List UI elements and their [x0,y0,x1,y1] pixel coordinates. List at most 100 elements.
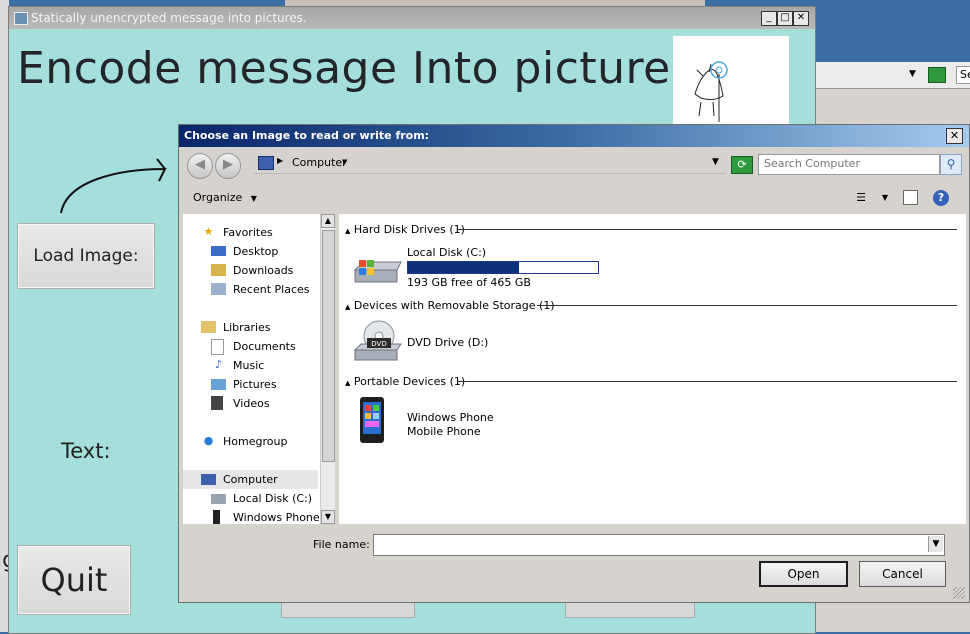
nav-local-disk-label: Local Disk (C:) [233,492,313,505]
nav-documents[interactable]: Documents [183,337,318,356]
downloads-folder-icon [211,264,226,276]
libraries-icon [201,321,216,333]
resize-grip-icon[interactable] [953,587,965,599]
group-header-portable[interactable]: ▲ Portable Devices (1) [345,375,465,388]
nav-desktop[interactable]: Desktop [183,242,318,261]
cancel-button[interactable]: Cancel [859,561,946,587]
computer-icon [201,474,216,485]
file-name-input[interactable] [376,536,924,552]
device-item-windows-phone[interactable]: Windows Phone Mobile Phone [353,396,553,446]
app-title: Statically unencrypted message into pict… [31,11,307,25]
navigation-pane: ★ Favorites Desktop Downloads Recent Pla… [183,214,335,524]
forward-arrow-icon: ▶ [223,157,233,172]
address-bar[interactable]: ▶ Computer ▼ ▼ [254,153,726,174]
sketch-drawing-icon [694,61,728,122]
app-icon [14,12,28,25]
scroll-down-icon[interactable]: ▼ [321,510,335,524]
file-name-dropdown-icon[interactable]: ▼ [928,536,943,552]
dialog-title-bar[interactable]: Choose an Image to read or write from: ✕ [179,125,969,147]
chevron-down-icon: ▼ [909,69,916,79]
music-icon: ♪ [214,358,223,371]
refresh-button[interactable]: ⟳ [731,156,753,174]
preview-pane-icon[interactable] [903,190,918,205]
search-box[interactable] [758,154,940,175]
nav-documents-label: Documents [233,340,296,353]
help-icon[interactable]: ? [933,190,949,206]
nav-libraries[interactable]: Libraries [183,318,318,337]
breadcrumb-computer[interactable]: Computer [292,156,347,169]
image-preview [673,36,789,128]
app-title-bar[interactable]: Statically unencrypted message into pict… [9,7,815,29]
forward-button[interactable]: ▶ [215,153,241,179]
breadcrumb-arrow-icon[interactable]: ▶ [277,156,283,165]
capacity-bar-fill [408,262,520,273]
nav-pictures[interactable]: Pictures [183,375,318,394]
group-header-hdd[interactable]: ▲ Hard Disk Drives (1) [345,223,465,236]
device-type: Mobile Phone [407,425,481,438]
hidden-button[interactable] [565,603,695,618]
search-input[interactable] [759,155,934,172]
group-divider [537,305,957,306]
dialog-close-button[interactable]: ✕ [946,128,963,144]
chevron-down-icon: ▼ [250,194,257,203]
group-header-hdd-label: Hard Disk Drives (1) [353,223,465,236]
nav-computer[interactable]: Computer [183,470,318,489]
group-divider [457,381,957,382]
capacity-bar [407,261,599,274]
nav-recent-places[interactable]: Recent Places [183,280,318,299]
organize-menu[interactable]: Organize ▼ [193,191,257,204]
group-divider [457,229,957,230]
load-image-button[interactable]: Load Image: [17,223,155,289]
collapse-icon: ▲ [345,303,351,311]
nav-libraries-label: Libraries [223,321,271,334]
drive-name-local-disk: Local Disk (C:) [407,246,487,259]
breadcrumb-chevron-icon[interactable]: ▼ [342,158,347,166]
dvd-drive-icon: DVD [353,320,402,361]
drive-item-dvd[interactable]: DVD DVD Drive (D:) [353,320,553,364]
scroll-up-icon[interactable]: ▲ [321,214,335,228]
address-dropdown-icon[interactable]: ▼ [712,157,719,167]
drive-item-local-disk[interactable]: Local Disk (C:) 193 GB free of 465 GB [353,246,623,290]
text-label: Text: [61,439,111,463]
close-button[interactable]: ✕ [793,11,809,26]
background-window-toolbar: ▼ Se [813,62,970,89]
dialog-title: Choose an Image to read or write from: [184,129,430,142]
back-button[interactable]: ◀ [187,153,213,179]
dvd-icon-label: DVD [371,340,386,348]
nav-downloads[interactable]: Downloads [183,261,318,280]
file-name-combobox[interactable]: ▼ [373,534,945,556]
open-button[interactable]: Open [759,561,848,587]
group-header-removable-label: Devices with Removable Storage (1) [353,299,555,312]
nav-music[interactable]: ♪ Music [183,356,318,375]
content-pane: ▲ Hard Disk Drives (1) Local Disk (C:) 1… [339,214,966,524]
search-button[interactable]: ⚲ [940,154,962,175]
minimize-button[interactable]: _ [761,11,777,26]
nav-desktop-label: Desktop [233,245,279,258]
nav-music-label: Music [233,359,265,372]
quit-button[interactable]: Quit [17,545,131,615]
view-options-icon[interactable]: ☰ [853,190,869,206]
nav-computer-label: Computer [223,473,278,486]
background-search-box: Se [956,66,970,84]
group-header-removable[interactable]: ▲ Devices with Removable Storage (1) [345,299,555,312]
nav-favorites-label: Favorites [223,226,273,239]
address-row: ◀ ▶ ▶ Computer ▼ ▼ ⟳ ⚲ [179,149,969,181]
nav-windows-phone[interactable]: Windows Phone [183,508,320,527]
maximize-button[interactable]: □ [777,11,793,26]
desktop-icon [211,246,226,256]
hard-drive-icon [211,494,226,504]
collapse-icon: ▲ [345,379,351,387]
scroll-thumb[interactable] [322,230,335,462]
nav-local-disk[interactable]: Local Disk (C:) [183,489,318,508]
nav-scrollbar[interactable]: ▲ ▼ [320,214,335,524]
nav-videos[interactable]: Videos [183,394,318,413]
hidden-button[interactable] [281,603,415,618]
nav-pictures-label: Pictures [233,378,277,391]
file-name-label: File name: [313,538,370,551]
back-arrow-icon: ◀ [195,157,205,172]
nav-favorites[interactable]: ★ Favorites [183,223,318,242]
nav-homegroup[interactable]: ● Homegroup [183,432,318,451]
view-dropdown-icon[interactable]: ▼ [877,190,893,206]
star-icon: ★ [203,225,214,238]
videos-icon [211,396,223,410]
